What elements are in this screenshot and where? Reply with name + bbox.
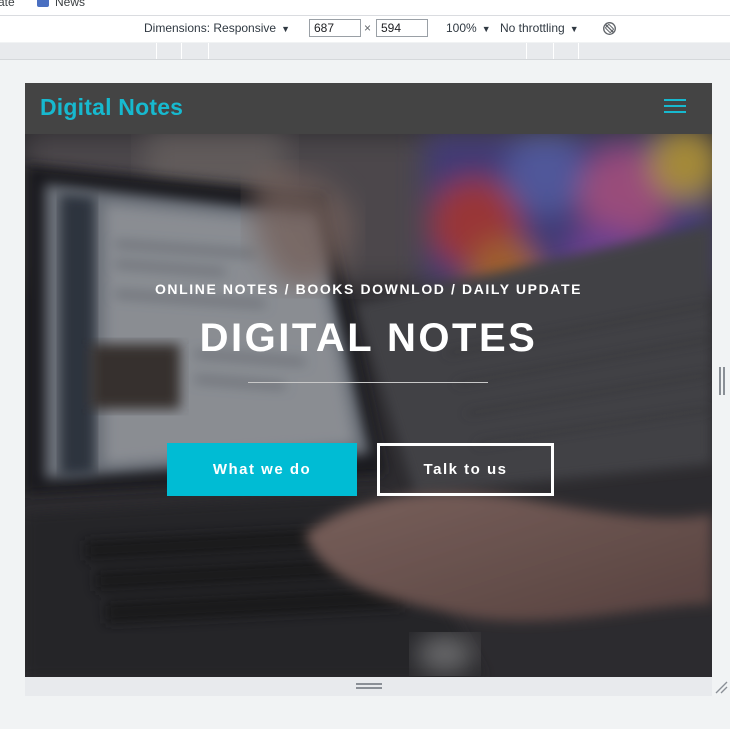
throttling-label: No throttling — [500, 21, 565, 35]
media-query-ruler[interactable] — [0, 43, 730, 60]
caret-down-icon: ▼ — [281, 24, 290, 34]
hero-kicker: ONLINE NOTES / BOOKS DOWNLOD / DAILY UPD… — [154, 281, 583, 297]
zoom-dropdown[interactable]: 100% ▼ — [446, 21, 491, 35]
width-input[interactable] — [309, 19, 361, 37]
bookmarks-bar: ate News — [0, 0, 730, 16]
viewport-bottom-resize-bar[interactable] — [25, 677, 712, 696]
caret-down-icon: ▼ — [569, 24, 579, 34]
device-viewport: Digital Notes ONLINE NOTES / BOOKS DOWNL… — [25, 83, 712, 677]
what-we-do-button[interactable]: What we do — [167, 443, 357, 496]
hero-section: ONLINE NOTES / BOOKS DOWNLOD / DAILY UPD… — [25, 134, 712, 677]
device-toolbar: Dimensions: Responsive ▼ × 100% ▼ No throt… — [0, 16, 730, 42]
zoom-label: 100% — [446, 21, 477, 35]
bottom-resize-handle-icon[interactable] — [356, 683, 382, 689]
caret-down-icon: ▼ — [481, 24, 491, 34]
hero-divider — [248, 382, 488, 383]
bookmark-news-label: News — [55, 0, 86, 9]
rotate-icon[interactable] — [602, 21, 617, 39]
dimensions-label: Dimensions: Responsive — [144, 21, 277, 35]
bookmark-favicon-icon — [37, 0, 49, 7]
right-resize-handle-icon[interactable] — [719, 367, 725, 395]
throttling-dropdown[interactable]: No throttling ▼ — [500, 21, 579, 35]
bookmark-item[interactable]: ate — [0, 0, 15, 9]
site-brand[interactable]: Digital Notes — [40, 94, 183, 121]
corner-resize-handle-icon[interactable] — [714, 680, 728, 694]
hero-title: DIGITAL NOTES — [199, 316, 538, 360]
height-input[interactable] — [376, 19, 428, 37]
dimensions-dropdown[interactable]: Dimensions: Responsive ▼ — [144, 21, 290, 35]
hamburger-menu-icon[interactable] — [664, 99, 688, 117]
bookmark-news[interactable]: News — [37, 0, 85, 9]
hero-overlay — [25, 134, 712, 677]
dimension-separator: × — [364, 21, 372, 35]
talk-to-us-button[interactable]: Talk to us — [377, 443, 554, 496]
site-navbar: Digital Notes — [25, 83, 712, 134]
